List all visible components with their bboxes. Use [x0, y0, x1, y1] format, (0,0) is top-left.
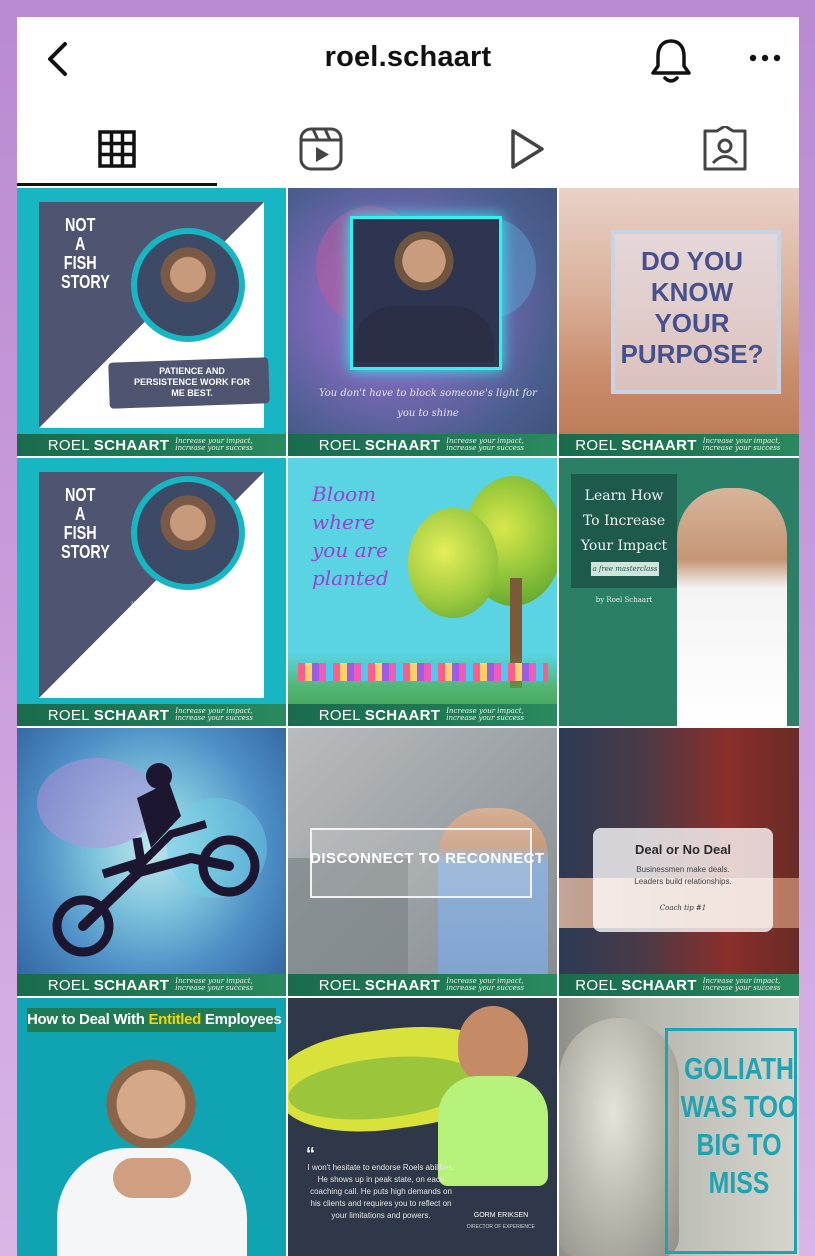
runner-photo: [458, 1006, 528, 1082]
post-quote: I have been working with Roel for 7 year…: [126, 601, 256, 647]
post-headline: Bloom where you are planted: [312, 482, 389, 590]
post-author-role: DIRECTOR OF EXPERIENCE: [467, 1224, 535, 1230]
masterclass-badge: a free masterclass: [591, 562, 659, 576]
coach-photo: [677, 488, 787, 726]
brand-footer: ROEL SCHAART Increase your impact, increa…: [559, 974, 799, 996]
profile-photo: [383, 224, 465, 306]
tagged-person-icon: [703, 126, 746, 171]
post-subtext: Businessmen make deals. Leaders build rel…: [634, 865, 732, 886]
brand-footer: ROEL SCHAART Increase your impact, increa…: [288, 434, 557, 456]
post-testimonial-gorm[interactable]: “ I won't hesitate to endorse Roels abil…: [288, 998, 557, 1256]
profile-photo: [137, 482, 239, 584]
grid-icon: [97, 130, 136, 168]
reels-icon: [299, 127, 342, 171]
post-signature: Coach tip #1: [659, 904, 707, 912]
brand-footer: ROEL SCHAART Increase your impact, increa…: [559, 434, 799, 456]
profile-screen: roel.schaart NOT A FISH STORY PATIENCE A…: [17, 17, 799, 1256]
post-goliath[interactable]: GOLIATH WAS TOO BIG TO MISS: [559, 998, 799, 1256]
post-testimonial-kai[interactable]: NOT A FISH STORY I have been working with R…: [17, 458, 286, 726]
post-entitled-employees[interactable]: How to Deal With Entitled Employees: [17, 998, 286, 1256]
tab-tagged[interactable]: [627, 109, 799, 189]
post-quote: I won't hesitate to endorse Roels abilit…: [307, 1163, 455, 1220]
post-byline: by Roel Schaart: [595, 596, 653, 604]
post-bloom-where-planted[interactable]: Bloom where you are planted ROEL SCHAART In…: [288, 458, 557, 726]
post-author: GORM ERIKSEN: [473, 1212, 529, 1219]
bell-icon: [651, 39, 691, 83]
top-bar: roel.schaart: [17, 17, 799, 103]
brand-footer: ROEL SCHAART Increase your impact, increa…: [288, 974, 557, 996]
brand-footer: ROEL SCHAART Increase your impact, increa…: [17, 704, 286, 726]
post-learn-masterclass[interactable]: Learn How To Increase Your Impact a free m…: [559, 458, 799, 726]
motocross-rider-graphic: [52, 763, 260, 957]
post-headline: Learn How To Increase Your Impact: [580, 488, 668, 554]
tab-grid[interactable]: [19, 109, 214, 189]
tab-reels[interactable]: [223, 109, 418, 189]
post-light-quote[interactable]: You don't have to block someone's light …: [288, 188, 557, 456]
post-headline: NOT A FISH STORY: [61, 485, 110, 562]
tab-videos[interactable]: [429, 109, 624, 189]
notifications-button[interactable]: [647, 35, 695, 87]
post-headline: GOLIATH WAS TOO BIG TO MISS: [680, 1051, 798, 1200]
post-author: Kai Kohlmann: [191, 672, 233, 678]
post-not-a-fish-story[interactable]: NOT A FISH STORY PATIENCE AND PERSISTENCE W…: [17, 188, 286, 456]
play-icon: [510, 129, 544, 169]
brand-footer: ROEL SCHAART Increase your impact, increa…: [17, 434, 286, 456]
post-quote: You don't have to block someone's light …: [319, 388, 537, 419]
post-quote: PATIENCE AND PERSISTENCE WORK FOR ME BES…: [133, 366, 250, 398]
post-headline: NOT A FISH STORY: [61, 215, 110, 292]
ellipsis-icon: [749, 54, 781, 62]
active-tab-indicator: [17, 183, 217, 186]
post-disconnect-reconnect[interactable]: DISCONNECT TO RECONNECT ROEL SCHAART Inc…: [288, 728, 557, 996]
post-headline: Deal or No Deal: [634, 842, 732, 857]
profile-photo: [137, 234, 239, 336]
brand-footer: ROEL SCHAART Increase your impact, increa…: [17, 974, 286, 996]
post-deal-or-no-deal[interactable]: Deal or No Deal Businessmen make deals. L…: [559, 728, 799, 996]
brand-footer: ROEL SCHAART Increase your impact, increa…: [288, 704, 557, 726]
statue-photo: [559, 1018, 679, 1256]
post-motocross[interactable]: ROEL SCHAART Increase your impact, increa…: [17, 728, 286, 996]
more-options-button[interactable]: [745, 43, 785, 73]
post-know-your-purpose[interactable]: DO YOU KNOW YOUR PURPOSE? ROEL SCHAART Incr…: [559, 188, 799, 456]
profile-tabs: [17, 109, 799, 189]
post-grid: NOT A FISH STORY PATIENCE AND PERSISTENCE W…: [17, 188, 799, 1256]
post-headline: DO YOU KNOW YOUR PURPOSE?: [620, 246, 764, 369]
post-headline: How to Deal With Entitled Employees: [27, 1011, 282, 1028]
post-headline: DISCONNECT TO RECONNECT: [310, 850, 545, 867]
